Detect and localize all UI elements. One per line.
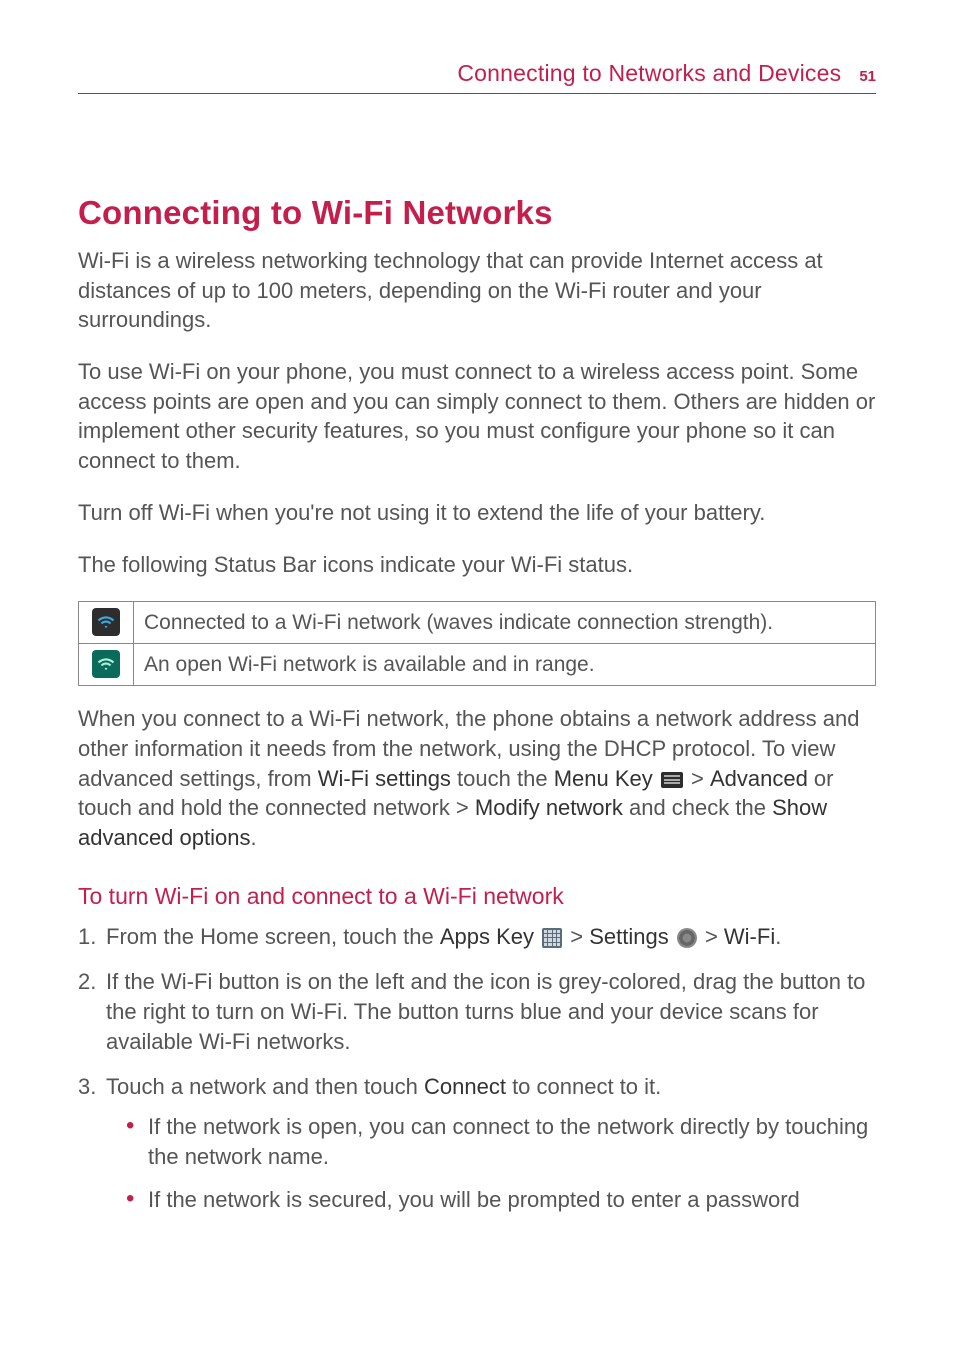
menu-key-label: Menu Key xyxy=(554,766,653,791)
table-cell-description: Connected to a Wi-Fi network (waves indi… xyxy=(134,602,876,644)
table-row: Connected to a Wi-Fi network (waves indi… xyxy=(79,602,876,644)
wifi-open-icon xyxy=(92,650,120,678)
text-run: touch the xyxy=(451,766,554,791)
wifi-connected-icon xyxy=(92,608,120,636)
after-table-paragraph: When you connect to a Wi-Fi network, the… xyxy=(78,704,876,852)
text-run: Touch a network and then touch xyxy=(106,1074,424,1099)
text-run: > xyxy=(564,924,589,949)
wifi-label: Wi-Fi xyxy=(724,924,775,949)
status-icon-table: Connected to a Wi-Fi network (waves indi… xyxy=(78,601,876,686)
icon-cell xyxy=(79,602,134,644)
table-cell-description: An open Wi-Fi network is available and i… xyxy=(134,644,876,686)
apps-key-icon xyxy=(542,928,562,948)
list-item: If the Wi-Fi button is on the left and t… xyxy=(96,967,876,1056)
steps-list: From the Home screen, touch the Apps Key… xyxy=(78,922,876,1216)
intro-paragraph-2: To use Wi-Fi on your phone, you must con… xyxy=(78,357,876,476)
intro-paragraph-3: Turn off Wi-Fi when you're not using it … xyxy=(78,498,876,528)
text-run: > xyxy=(699,924,724,949)
gear-icon xyxy=(677,928,697,948)
list-item: From the Home screen, touch the Apps Key… xyxy=(96,922,876,952)
header-title: Connecting to Networks and Devices xyxy=(457,60,841,87)
page-header: Connecting to Networks and Devices 51 xyxy=(78,60,876,94)
list-item: If the network is secured, you will be p… xyxy=(126,1185,876,1215)
list-item: If the network is open, you can connect … xyxy=(126,1112,876,1171)
icon-cell xyxy=(79,644,134,686)
menu-key-icon xyxy=(661,772,683,788)
list-item: Touch a network and then touch Connect t… xyxy=(96,1072,876,1215)
advanced-label: Advanced xyxy=(710,766,808,791)
main-heading: Connecting to Wi-Fi Networks xyxy=(78,194,876,232)
text-run: . xyxy=(775,924,781,949)
modify-network-label: Modify network xyxy=(475,795,623,820)
apps-key-label: Apps Key xyxy=(440,924,534,949)
settings-label: Settings xyxy=(589,924,669,949)
wifi-settings-label: Wi-Fi settings xyxy=(318,766,451,791)
text-run: and check the xyxy=(623,795,772,820)
bullet-list: If the network is open, you can connect … xyxy=(106,1112,876,1215)
text-run: to connect to it. xyxy=(506,1074,661,1099)
intro-paragraph-4: The following Status Bar icons indicate … xyxy=(78,550,876,580)
sub-heading: To turn Wi-Fi on and connect to a Wi-Fi … xyxy=(78,883,876,910)
text-run: From the Home screen, touch the xyxy=(106,924,440,949)
connect-label: Connect xyxy=(424,1074,506,1099)
table-row: An open Wi-Fi network is available and i… xyxy=(79,644,876,686)
text-run: . xyxy=(250,825,256,850)
intro-paragraph-1: Wi-Fi is a wireless networking technolog… xyxy=(78,246,876,335)
header-page-number: 51 xyxy=(859,68,876,85)
